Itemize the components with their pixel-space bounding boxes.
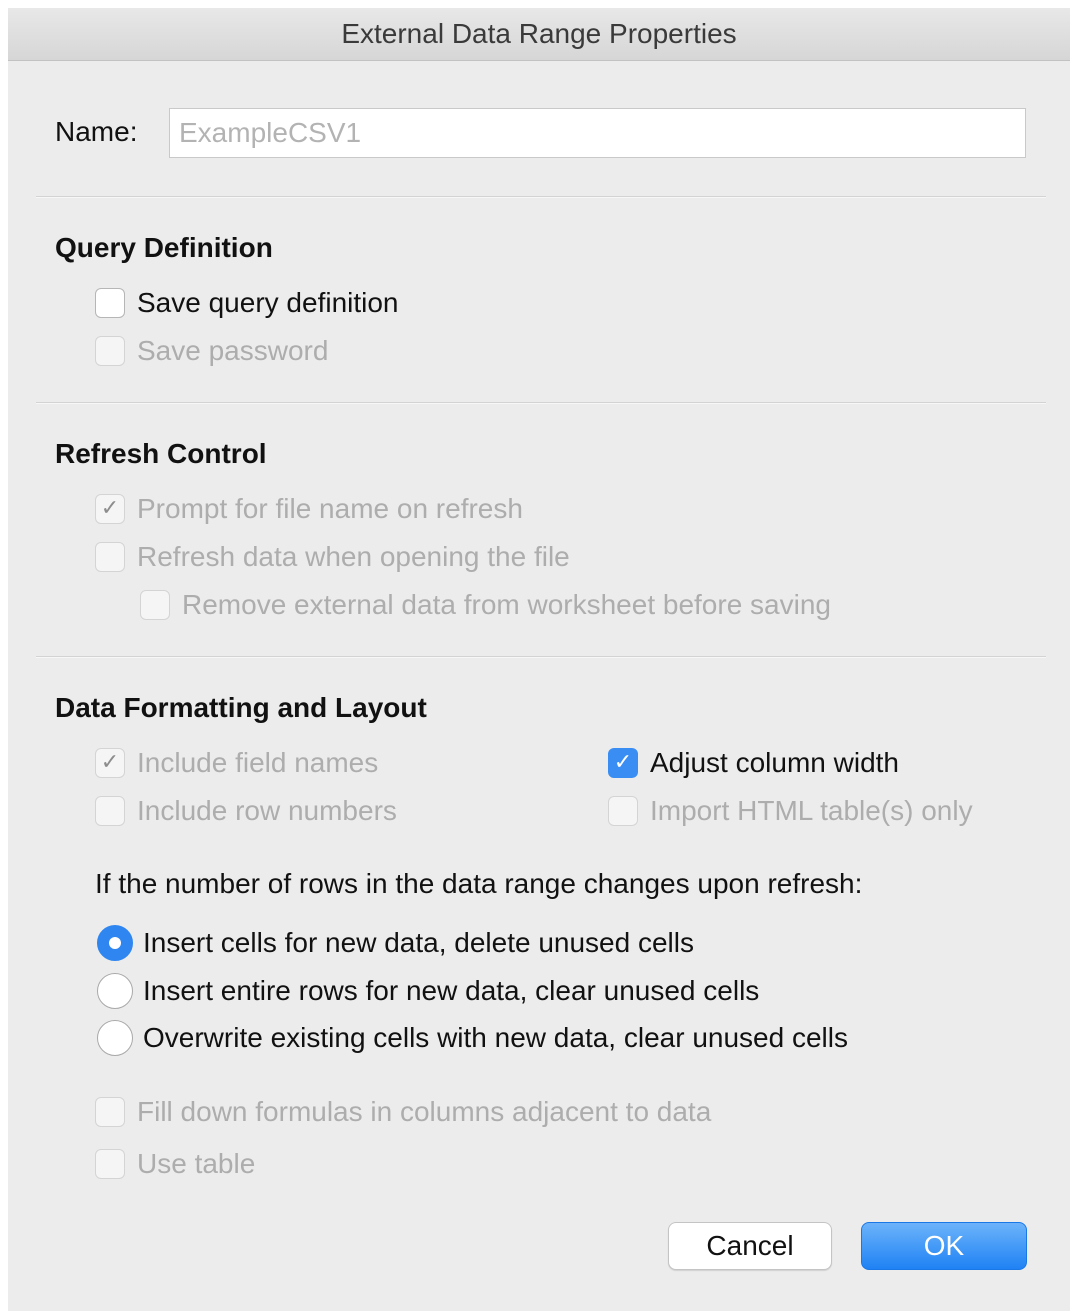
divider [36,402,1046,404]
include-field-names-label: Include field names [137,747,379,778]
checkmark-icon: ✓ [100,496,120,521]
data-formatting-heading: Data Formatting and Layout [55,692,427,723]
radio-overwrite-cells-label: Overwrite existing cells with new data, … [143,1022,848,1053]
refresh-control-heading: Refresh Control [55,438,267,469]
save-password-label: Save password [137,335,329,366]
radio-insert-cells[interactable]: Insert cells for new data, delete unused… [97,925,694,961]
radio-overwrite-cells[interactable]: Overwrite existing cells with new data, … [97,1020,848,1056]
remove-external-data-label: Remove external data from worksheet befo… [182,589,831,620]
radio-button[interactable] [97,973,133,1009]
radio-insert-entire-rows[interactable]: Insert entire rows for new data, clear u… [97,973,759,1009]
radio-insert-entire-rows-label: Insert entire rows for new data, clear u… [143,975,760,1006]
radio-button[interactable] [97,1020,133,1056]
divider [36,656,1046,658]
import-html-only-label: Import HTML table(s) only [650,795,973,826]
checkbox-box: ✓ [95,748,125,778]
checkbox-box [95,1149,125,1179]
adjust-column-width-checkbox[interactable]: ✓ Adjust column width [608,747,899,779]
checkbox-box [140,590,170,620]
include-field-names-checkbox: ✓ Include field names [95,747,378,779]
checkmark-icon: ✓ [613,750,633,775]
radio-button[interactable] [97,925,133,961]
checkbox-box [95,1097,125,1127]
use-table-label: Use table [137,1148,256,1179]
checkbox-box: ✓ [95,494,125,524]
divider [36,196,1046,198]
name-field[interactable] [169,108,1026,158]
import-html-only-checkbox: Import HTML table(s) only [608,795,973,827]
checkmark-icon: ✓ [100,750,120,775]
refresh-on-open-label: Refresh data when opening the file [137,541,570,572]
save-query-definition-checkbox[interactable]: Save query definition [95,287,399,319]
window-title: External Data Range Properties [8,8,1070,61]
radio-insert-cells-label: Insert cells for new data, delete unused… [143,927,694,958]
checkbox-box [95,796,125,826]
rows-change-prompt: If the number of rows in the data range … [95,868,863,899]
save-password-checkbox: Save password [95,335,328,367]
checkbox-box [95,336,125,366]
checkbox-box [95,542,125,572]
refresh-on-open-checkbox: Refresh data when opening the file [95,541,570,573]
save-query-definition-label: Save query definition [137,287,399,318]
external-data-range-properties-dialog: External Data Range Properties Name: Que… [8,8,1070,1311]
checkbox-box[interactable] [95,288,125,318]
prompt-file-name-label: Prompt for file name on refresh [137,493,523,524]
remove-external-data-checkbox: Remove external data from worksheet befo… [140,589,831,621]
ok-button[interactable]: OK [861,1222,1027,1270]
fill-down-formulas-checkbox: Fill down formulas in columns adjacent t… [95,1096,711,1128]
radio-dot-icon [109,937,121,949]
name-label: Name: [55,116,138,147]
fill-down-formulas-label: Fill down formulas in columns adjacent t… [137,1096,712,1127]
query-definition-heading: Query Definition [55,232,273,263]
adjust-column-width-label: Adjust column width [650,747,900,778]
cancel-button[interactable]: Cancel [668,1222,832,1270]
checkbox-box[interactable]: ✓ [608,748,638,778]
prompt-file-name-checkbox: ✓ Prompt for file name on refresh [95,493,523,525]
include-row-numbers-checkbox: Include row numbers [95,795,397,827]
include-row-numbers-label: Include row numbers [137,795,397,826]
use-table-checkbox: Use table [95,1148,255,1180]
checkbox-box [608,796,638,826]
